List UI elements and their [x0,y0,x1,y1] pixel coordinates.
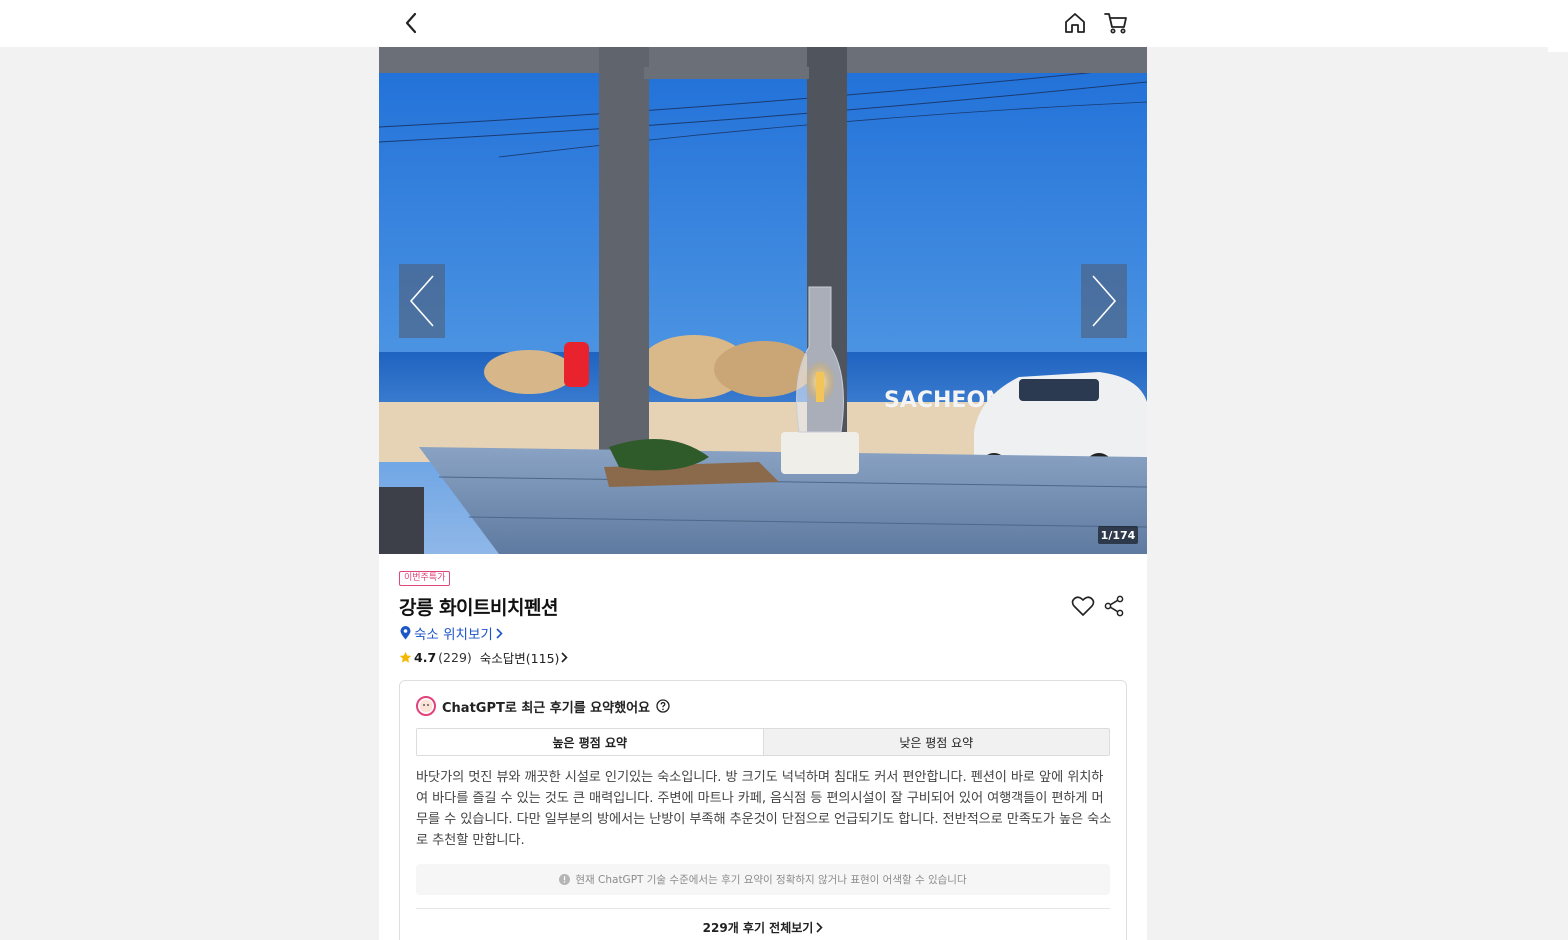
all-reviews-label: 229개 후기 전체보기 [702,921,814,935]
star-icon [399,651,412,663]
chevron-right-icon [496,627,503,639]
review-count: (229) [438,650,472,665]
gallery-next-button[interactable] [1081,264,1127,338]
gallery-prev-button[interactable] [399,264,445,338]
chevron-right-icon [561,652,569,663]
chevron-left-icon [405,12,417,34]
top-app-bar [0,0,1548,47]
summary-heading: ChatGPT로 최근 후기를 요약했어요 [442,700,650,716]
back-button[interactable] [399,10,423,36]
chevron-right-icon [1092,275,1117,327]
summary-heading-row: ChatGPT로 최근 후기를 요약했어요 [416,696,670,716]
scrollbar-gutter [1548,0,1568,52]
all-reviews-link[interactable]: 229개 후기 전체보기 [400,919,1126,936]
rating-value: 4.7 [414,650,437,665]
accuracy-notice-text: 현재 ChatGPT 기술 수준에서는 후기 요약이 정확하지 않거나 표현이 … [575,874,967,886]
share-button[interactable] [1103,594,1125,618]
host-reply-link[interactable]: 숙소답변(115) [480,648,569,667]
help-icon[interactable] [656,699,670,713]
summary-tabs: 높은 평점 요약 낮은 평점 요약 [416,728,1110,756]
gallery-counter: 1/174 [1098,526,1138,544]
deal-badge: 이번주특가 [399,571,451,586]
gallery-photo: SACHEON [379,47,1147,554]
info-icon [559,874,571,885]
chevron-right-icon [816,922,823,933]
summary-text: 바닷가의 멋진 뷰와 깨끗한 시설로 인기있는 숙소입니다. 방 크기도 넉넉하… [416,770,1112,848]
product-detail-panel: SACHEON 1/174 이번주특가 강릉 화이트비치펜션 숙소 위치보기 4… [379,47,1147,940]
chevron-left-icon [409,275,434,327]
wishlist-button[interactable] [1071,595,1095,617]
host-reply-label: 숙소답변(115) [479,651,560,666]
tab-high-rating-summary[interactable]: 높은 평점 요약 [417,729,763,755]
share-icon [1104,595,1124,617]
accuracy-notice: 현재 ChatGPT 기술 수준에서는 후기 요약이 정확하지 않거나 표현이 … [416,864,1110,895]
review-summary-card: ChatGPT로 최근 후기를 요약했어요 높은 평점 요약 낮은 평점 요약 … [399,680,1127,940]
photo-gallery[interactable]: SACHEON 1/174 [379,47,1147,554]
location-link-label: 숙소 위치보기 [414,627,493,643]
heart-icon [1071,596,1095,616]
property-title: 강릉 화이트비치펜션 [399,597,558,619]
map-pin-icon [400,626,411,640]
chatgpt-avatar-icon [416,696,436,716]
divider [416,908,1110,909]
rating-row: 4.7 (229) 숙소답변(115) [399,648,569,667]
cart-button[interactable] [1103,10,1129,36]
home-icon [1065,13,1085,33]
location-link[interactable]: 숙소 위치보기 [400,623,503,643]
home-button[interactable] [1063,10,1087,36]
top-app-bar-inner [379,0,1147,47]
tab-low-rating-summary[interactable]: 낮은 평점 요약 [762,729,1109,755]
cart-icon [1104,13,1127,34]
